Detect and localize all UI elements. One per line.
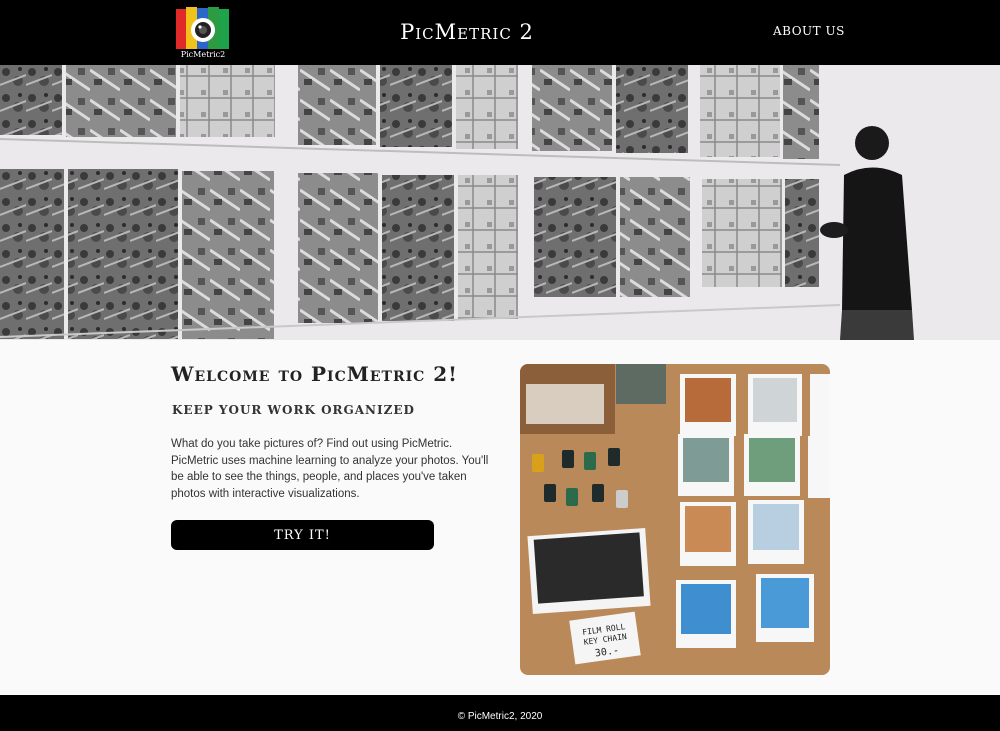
polaroids-photo: FILM ROLL KEY CHAIN 30.-	[520, 364, 830, 675]
navbar: PicMetric2 PicMetric 2 ABOUT US	[0, 0, 1000, 65]
logo-text: PicMetric2	[181, 50, 226, 59]
hero-image	[0, 65, 1000, 340]
description-text: What do you take pictures of? Find out u…	[171, 438, 489, 500]
footer: © PicMetric2, 2020	[0, 695, 1000, 731]
try-it-button[interactable]: TRY IT!	[171, 520, 434, 550]
welcome-title: Welcome to PicMetric 2!	[171, 362, 458, 386]
copyright-text: © PicMetric2, 2020	[457, 711, 543, 722]
nav-about-us[interactable]: ABOUT US	[773, 24, 845, 38]
subtitle: KEEP YOUR WORK ORGANIZED	[172, 403, 415, 417]
main-section: Welcome to PicMetric 2! KEEP YOUR WORK O…	[0, 340, 1000, 695]
